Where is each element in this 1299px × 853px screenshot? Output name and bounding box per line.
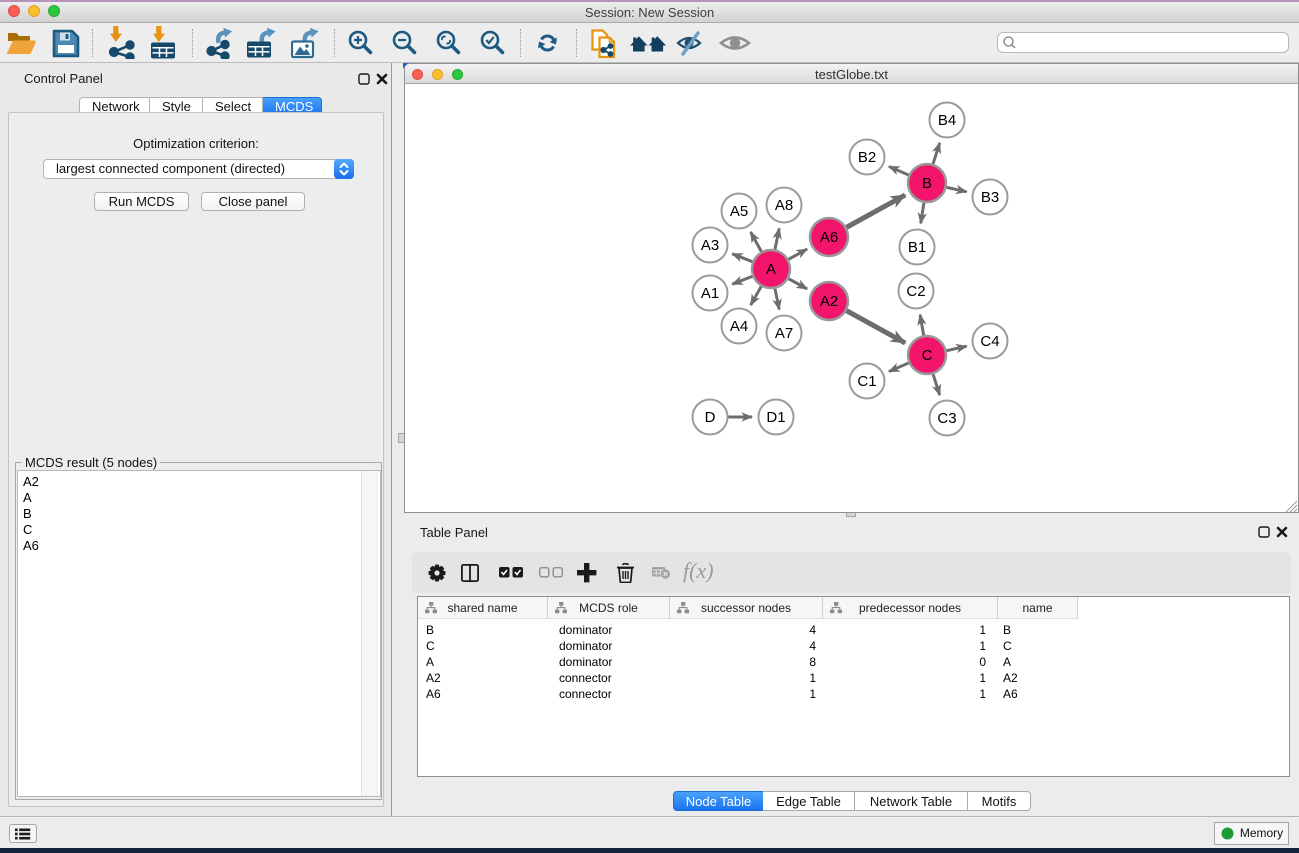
svg-text:C1: C1 <box>857 373 876 390</box>
svg-text:B1: B1 <box>908 239 926 256</box>
svg-text:A8: A8 <box>775 197 793 214</box>
svg-text:A7: A7 <box>775 325 793 342</box>
svg-text:B3: B3 <box>981 189 999 206</box>
svg-text:C4: C4 <box>980 333 999 350</box>
svg-text:A4: A4 <box>730 318 748 335</box>
svg-text:A2: A2 <box>820 293 838 310</box>
svg-text:A6: A6 <box>820 229 838 246</box>
svg-text:B: B <box>922 175 932 192</box>
svg-text:C3: C3 <box>937 410 956 427</box>
svg-text:A5: A5 <box>730 203 748 220</box>
svg-text:A: A <box>766 261 776 278</box>
svg-text:C: C <box>922 347 933 364</box>
svg-text:A3: A3 <box>701 237 719 254</box>
svg-text:B2: B2 <box>858 149 876 166</box>
svg-text:B4: B4 <box>938 112 956 129</box>
svg-text:A1: A1 <box>701 285 719 302</box>
svg-text:D1: D1 <box>766 409 785 426</box>
svg-text:D: D <box>705 409 716 426</box>
svg-text:C2: C2 <box>906 283 925 300</box>
